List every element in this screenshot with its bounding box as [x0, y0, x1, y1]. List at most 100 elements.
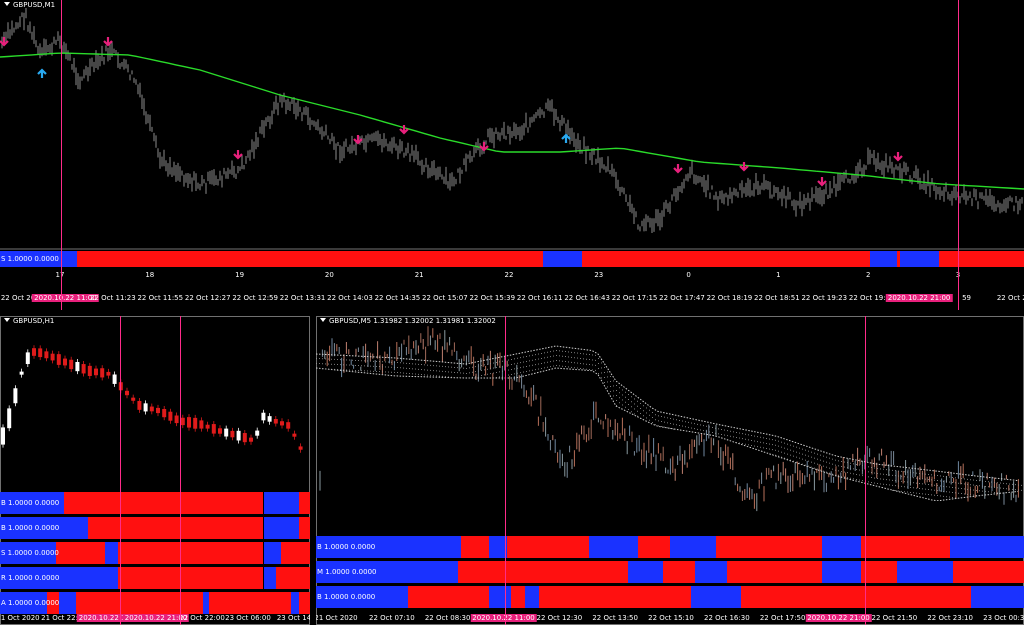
cloud-dot	[931, 489, 932, 491]
cloud-dot	[475, 366, 476, 368]
indicator-segment	[263, 517, 300, 539]
cloud-dot	[1003, 492, 1004, 494]
cloud-dot	[946, 491, 947, 493]
cloud-dot	[919, 488, 920, 489]
cloud-dot	[496, 377, 497, 378]
cloud-dot	[676, 419, 677, 421]
cloud-dot	[616, 395, 617, 396]
cloud-dot	[343, 359, 344, 361]
vertical-line-marker[interactable]	[865, 316, 867, 625]
indicator-segment	[716, 536, 823, 558]
chart-window-m5[interactable]: GBPUSD,M5 1.31982 1.32002 1.31981 1.3200…	[316, 316, 1024, 625]
cloud-dot	[784, 452, 785, 454]
pane-separator[interactable]	[0, 248, 1024, 250]
cloud-dot	[400, 367, 401, 369]
time-label: 22 Oct 15:07	[422, 294, 468, 302]
cloud-dot	[736, 437, 737, 438]
cloud-dot	[550, 361, 551, 363]
cloud-dot	[751, 440, 752, 441]
cloud-dot	[841, 471, 842, 472]
cloud-dot	[949, 486, 950, 488]
hour-axis: 171819202122230123	[0, 271, 1024, 281]
candle	[180, 417, 185, 426]
cloud-dot	[334, 363, 335, 365]
sell-arrow-icon	[0, 37, 9, 47]
cloud-dot	[427, 374, 428, 376]
vertical-line-marker[interactable]	[120, 316, 122, 625]
cloud-dot	[847, 472, 848, 474]
cloud-dot	[763, 447, 764, 449]
cloud-dot	[913, 482, 914, 484]
cloud-dot	[520, 367, 521, 369]
vertical-line-marker[interactable]	[180, 316, 182, 625]
cloud-dot	[529, 365, 530, 367]
cloud-dot	[898, 485, 899, 487]
cloud-dot	[862, 475, 863, 477]
cloud-dot	[889, 474, 890, 476]
cloud-dot	[961, 488, 962, 489]
cloud-dot	[790, 444, 791, 446]
time-label: 22 Oct 23:10	[927, 614, 973, 622]
indicator-segment	[457, 561, 628, 583]
cloud-dot	[610, 386, 611, 387]
cloud-dot	[331, 363, 332, 365]
chart-window-h1[interactable]: GBPUSD,H1 B 1.0000 0.0000 B 1.0000 0.0000…	[0, 316, 310, 625]
cloud-dot	[412, 363, 413, 365]
m5-price-chart[interactable]	[316, 316, 1022, 532]
cloud-dot	[499, 361, 500, 363]
m1-price-chart[interactable]	[0, 0, 1024, 248]
cloud-dot	[622, 394, 623, 396]
vertical-line-marker[interactable]	[61, 0, 63, 310]
cloud-dot	[859, 469, 860, 471]
indicator-segment	[88, 517, 264, 539]
cloud-dot	[823, 455, 824, 457]
cloud-dot	[328, 368, 329, 370]
cloud-dot	[589, 369, 590, 370]
cloud-dot	[877, 473, 878, 474]
cloud-dot	[670, 423, 671, 424]
cloud-dot	[385, 366, 386, 368]
cloud-dot	[754, 440, 755, 442]
cloud-dot	[493, 377, 494, 379]
cloud-dot	[622, 389, 623, 391]
candle	[63, 358, 67, 366]
cloud-dot	[364, 370, 365, 372]
indicator-segment	[949, 536, 1024, 558]
cloud-dot	[709, 426, 710, 428]
cloud-dot	[688, 426, 689, 428]
cloud-dot	[775, 454, 776, 456]
indicator-segment	[117, 542, 264, 564]
cloud-dot	[517, 357, 518, 359]
cloud-dot	[496, 367, 497, 368]
vertical-line-marker[interactable]	[505, 316, 507, 625]
chart-window-m1[interactable]: GBPUSD,M1 S 1.0000 0.0000 17 18 19 20 21 22 23…	[0, 0, 1024, 310]
h1-price-chart[interactable]	[0, 316, 308, 490]
vertical-line-marker[interactable]	[958, 0, 960, 310]
cloud-dot	[808, 455, 809, 457]
cloud-dot	[601, 372, 602, 374]
cloud-dot	[844, 466, 845, 468]
cloud-dot	[973, 489, 974, 491]
cloud-dot	[808, 465, 809, 467]
indicator-bar: B 1.0000 0.0000	[0, 517, 310, 539]
cloud-dot	[439, 370, 440, 372]
cloud-dot	[397, 362, 398, 363]
cloud-dot	[457, 372, 458, 374]
indicator-segment	[861, 536, 950, 558]
cloud-dot	[931, 484, 932, 486]
candle	[125, 390, 129, 396]
cloud-dot	[898, 470, 899, 472]
cloud-dot	[802, 448, 803, 450]
cloud-dot	[532, 354, 533, 356]
cloud-dot	[514, 368, 515, 370]
cloud-dot	[793, 460, 794, 462]
cloud-dot	[430, 364, 431, 366]
cloud-dot	[697, 428, 698, 430]
cloud-dot	[790, 449, 791, 451]
cloud-dot	[682, 420, 683, 422]
cloud-dot	[916, 487, 917, 489]
cloud-dot	[931, 479, 932, 481]
cloud-dot	[328, 363, 329, 365]
cloud-dot	[1006, 488, 1007, 490]
cloud-dot	[808, 450, 809, 452]
